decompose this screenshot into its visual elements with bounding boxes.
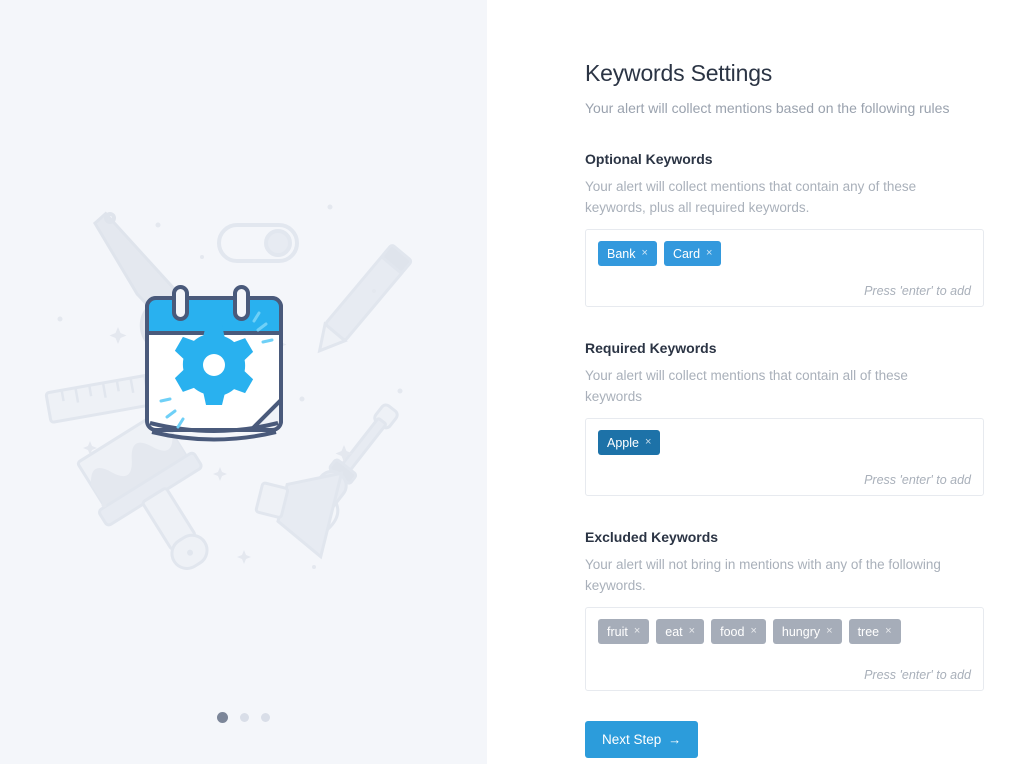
keyword-tag-food[interactable]: food × [711,619,766,644]
pagination-dot-1[interactable] [217,712,228,723]
settings-panel: Keywords Settings Your alert will collec… [487,0,1024,764]
keywords-settings-form: Keywords Settings Your alert will collec… [585,58,984,758]
page-subtitle: Your alert will collect mentions based o… [585,100,950,116]
enter-hint-excluded: Press 'enter' to add [864,668,971,682]
section-optional-keywords: Optional Keywords Your alert will collec… [585,150,984,307]
required-keywords-tag-list: Apple × [598,430,971,455]
section-excluded-keywords: Excluded Keywords Your alert will not br… [585,528,984,691]
remove-keyword-icon[interactable]: × [634,626,640,637]
keyword-tag-apple[interactable]: Apple × [598,430,661,455]
calendar-settings-illustration [0,195,487,575]
excluded-keywords-tag-list: fruit × eat × food × hungry × tree × [598,619,971,644]
pencil-icon [317,244,412,354]
keyword-tag-label: food [720,624,745,639]
toggle-switch-icon [216,223,299,263]
calendar-gear-icon [144,285,283,442]
keyword-tag-bank[interactable]: Bank × [598,241,657,266]
onboarding-page: Keywords Settings Your alert will collec… [0,0,1024,764]
keyword-tag-label: Bank [607,246,636,261]
optional-keywords-tag-list: Bank × Card × [598,241,971,266]
page-title: Keywords Settings [585,60,773,86]
section-title-required: Required Keywords [585,340,717,356]
optional-keywords-input[interactable]: Bank × Card × Press 'enter' to add [585,229,984,307]
remove-keyword-icon[interactable]: × [885,626,891,637]
keyword-tag-label: fruit [607,624,628,639]
remove-keyword-icon[interactable]: × [750,626,756,637]
excluded-keywords-input[interactable]: fruit × eat × food × hungry × tree × Pre… [585,607,984,691]
keyword-tag-label: Card [672,246,701,261]
enter-hint-required: Press 'enter' to add [864,473,971,487]
carousel-pagination[interactable] [0,712,487,723]
remove-keyword-icon[interactable]: × [645,437,651,448]
section-description-excluded: Your alert will not bring in mentions wi… [585,557,941,593]
remove-keyword-icon[interactable]: × [689,626,695,637]
arrow-right-icon: → [668,732,682,747]
keyword-tag-eat[interactable]: eat × [656,619,705,644]
required-keywords-input[interactable]: Apple × Press 'enter' to add [585,418,984,496]
section-description-optional: Your alert will collect mentions that co… [585,179,917,215]
remove-keyword-icon[interactable]: × [826,626,832,637]
section-title-optional: Optional Keywords [585,151,713,167]
keyword-tag-label: eat [665,624,683,639]
keyword-tag-fruit[interactable]: fruit × [598,619,650,644]
next-step-button[interactable]: Next Step → [585,721,699,758]
keyword-tag-label: Apple [607,435,639,450]
keyword-tag-hungry[interactable]: hungry × [772,619,842,644]
pagination-dot-3[interactable] [261,713,270,722]
section-required-keywords: Required Keywords Your alert will collec… [585,339,984,496]
illustration-panel [0,0,487,764]
section-title-excluded: Excluded Keywords [585,529,719,545]
keyword-tag-tree[interactable]: tree × [848,619,901,644]
keyword-tag-label: hungry [781,624,821,639]
pagination-dot-2[interactable] [240,713,249,722]
next-step-label: Next Step [602,732,662,747]
enter-hint-optional: Press 'enter' to add [864,284,971,298]
keyword-tag-card[interactable]: Card × [663,241,722,266]
section-description-required: Your alert will collect mentions that co… [585,368,908,404]
remove-keyword-icon[interactable]: × [642,248,648,259]
keyword-tag-label: tree [857,624,880,639]
remove-keyword-icon[interactable]: × [706,248,712,259]
